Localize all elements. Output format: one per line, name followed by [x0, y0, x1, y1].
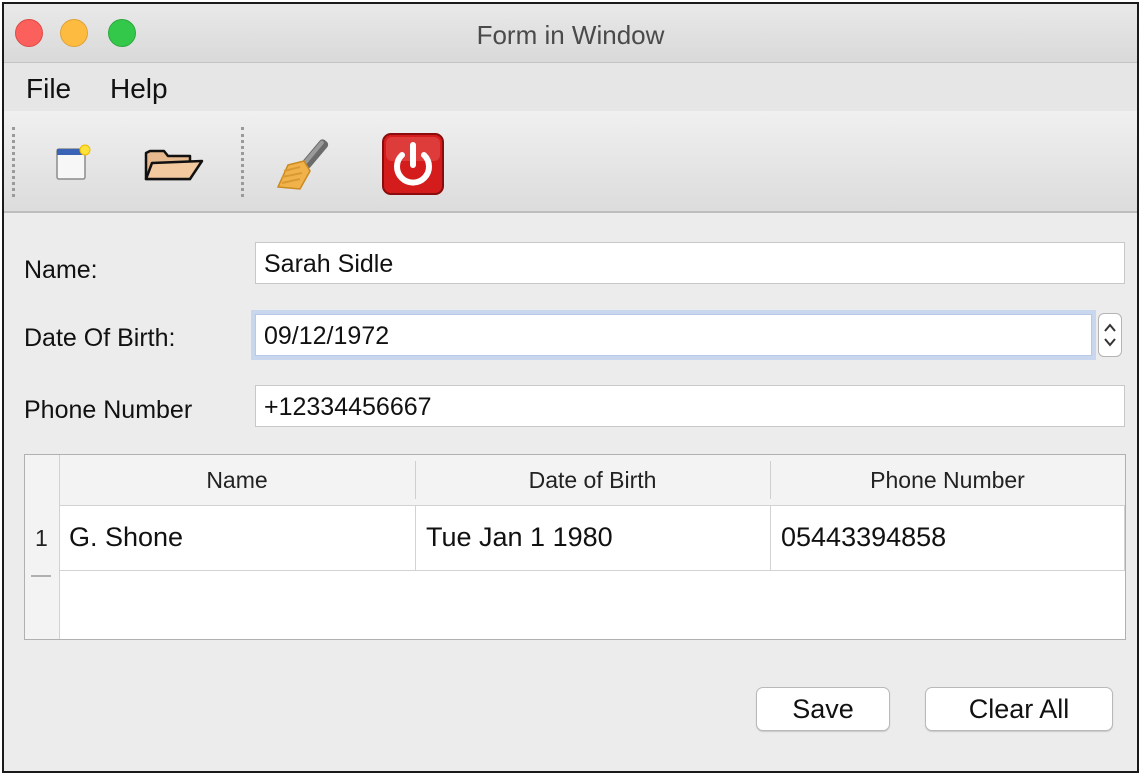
window-title: Form in Window	[476, 20, 665, 50]
new-document-button[interactable]	[40, 131, 106, 197]
toolbar	[4, 111, 1137, 213]
row-number[interactable]: 1	[35, 525, 48, 552]
records-table: Name Date of Birth Phone Number 1 G. Sho…	[24, 454, 1126, 640]
table-cell-date-of-birth[interactable]: Tue Jan 1 1980	[416, 505, 771, 571]
name-input[interactable]: Sarah Sidle	[255, 242, 1125, 284]
save-button[interactable]: Save	[756, 687, 890, 731]
name-label: Name:	[24, 256, 98, 284]
new-document-icon	[56, 144, 91, 180]
quit-button[interactable]	[380, 131, 446, 197]
clear-all-button[interactable]: Clear All	[925, 687, 1113, 731]
column-header-date-of-birth[interactable]: Date of Birth	[415, 467, 770, 494]
date-of-birth-stepper[interactable]	[1098, 313, 1122, 357]
menu-help[interactable]: Help	[110, 73, 168, 105]
phone-number-input[interactable]: +12334456667	[255, 385, 1125, 427]
row-header-column: 1	[25, 455, 60, 639]
broom-icon	[276, 139, 329, 190]
toolbar-separator	[241, 127, 244, 197]
toolbar-grip-handle[interactable]	[12, 127, 15, 197]
menu-file[interactable]: File	[26, 73, 71, 105]
row-divider	[31, 575, 51, 577]
column-header-phone-number[interactable]: Phone Number	[770, 467, 1125, 494]
title-bar[interactable]: Form in Window	[4, 4, 1137, 63]
menu-bar: File Help	[4, 63, 1137, 111]
table-cell-name[interactable]: G. Shone	[59, 505, 416, 571]
table-cell-phone-number[interactable]: 05443394858	[771, 505, 1125, 571]
open-folder-icon	[144, 149, 204, 181]
clear-button[interactable]	[274, 131, 340, 197]
up-down-arrows-icon	[1104, 323, 1116, 347]
open-folder-button[interactable]	[140, 131, 206, 197]
app-window: Form in Window File Help Name: Sarah Sid…	[2, 2, 1139, 773]
phone-number-label: Phone Number	[24, 396, 193, 424]
date-of-birth-input[interactable]: 09/12/1972	[255, 314, 1092, 356]
power-icon	[382, 133, 444, 195]
date-of-birth-label: Date Of Birth:	[24, 324, 176, 352]
column-header-name[interactable]: Name	[59, 467, 415, 494]
table-header: Name Date of Birth Phone Number	[25, 455, 1125, 506]
